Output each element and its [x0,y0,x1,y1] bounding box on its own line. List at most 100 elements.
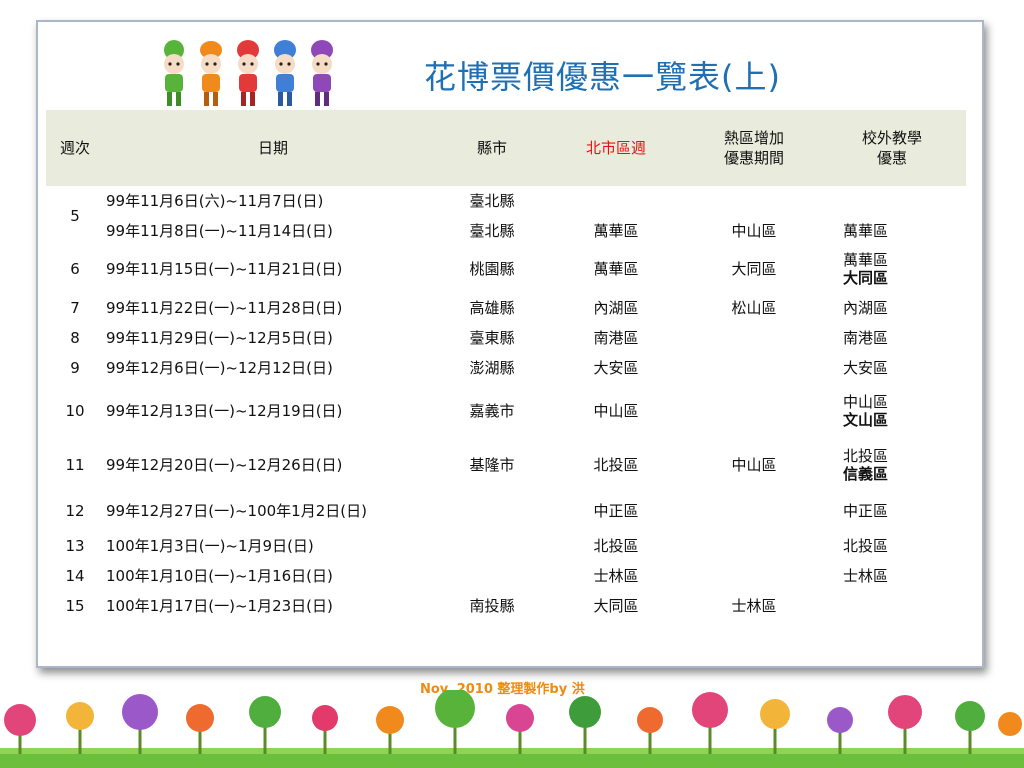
cell-taipei-district: 大同區 [593,597,639,615]
cell-hot-area: 大同區 [731,260,777,278]
cell-week: 13 [65,537,85,555]
field-trip-district: 南港區 [843,329,889,347]
cell-hot-area: 中山區 [731,456,777,474]
mascot-blue [274,40,296,106]
cell-taipei-district: 北投區 [593,537,639,555]
table-row: 14 100年1月10日(一)~1月16日(日) 士林區 士林區 [46,561,966,591]
header-hot-area: 熱區增加 優惠期間 [690,110,818,186]
field-trip-district: 中山區 [843,393,889,411]
cell-hot-area: 士林區 [731,597,777,615]
page-title: 花博票價優惠一覽表(上) [424,58,781,96]
cell-field-trip: 北投區 信義區 [818,439,966,491]
field-trip-district: 大同區 [843,269,889,287]
cell-week: 11 [65,456,85,474]
cell-hot-area [690,186,818,216]
cell-week: 6 [70,260,80,278]
cell-field-trip: 北投區 [818,531,966,561]
cell-field-trip [818,591,966,621]
table-row: 5 99年11月6日(六)~11月7日(日) 臺北縣 [46,186,966,225]
cell-taipei-district: 萬華區 [593,260,639,278]
cell-field-trip: 中山區 文山區 [818,383,966,439]
cell-taipei-district: 中山區 [593,402,639,420]
cell-week: 5 [70,207,80,225]
flower-garden-decoration [0,690,1024,768]
field-trip-district: 萬華區 [843,222,889,240]
cell-date: 100年1月3日(一)~1月9日(日) [106,537,314,555]
cell-week: 15 [65,597,85,615]
cell-hot-area [690,561,818,591]
cell-week: 10 [65,402,85,420]
header-field-trip: 校外教學 優惠 [818,110,966,186]
table-row: 12 99年12月27日(一)~100年1月2日(日) 中正區 中正區 [46,491,966,531]
field-trip-district: 文山區 [843,411,889,429]
cell-taipei-district: 北投區 [593,456,639,474]
cell-week: 14 [65,567,85,585]
cell-county [442,491,542,531]
header-taipei-week: 北市區週 [542,110,690,186]
cell-date: 100年1月17日(一)~1月23日(日) [106,597,333,615]
discount-table: 週次 日期 縣市 北市區週 熱區增加 優惠期間 校外教學 優惠 5 99年11月6… [46,110,966,621]
table-row: 99年11月8日(一)~11月14日(日) 臺北縣 萬華區 中山區 萬華區 [46,216,966,246]
cell-county: 南投縣 [469,597,515,615]
cell-county: 桃園縣 [469,260,515,278]
table-row: 10 99年12月13日(一)~12月19日(日) 嘉義市 中山區 中山區 文山區 [46,383,966,439]
header-county: 縣市 [442,110,542,186]
table-row: 6 99年11月15日(一)~11月21日(日) 桃園縣 萬華區 大同區 萬華區 大同區 [46,246,966,292]
field-trip-district: 中正區 [843,502,889,520]
field-trip-district: 內湖區 [843,298,889,317]
cell-field-trip: 士林區 [818,561,966,591]
header-date: 日期 [104,110,442,186]
cell-field-trip: 萬華區 [818,216,966,246]
cell-date: 99年11月15日(一)~11月21日(日) [106,260,343,278]
cell-week: 9 [70,359,80,377]
cell-county: 臺北縣 [469,222,515,240]
cell-hot-area: 中山區 [731,222,777,240]
cell-field-trip: 萬華區 大同區 [818,246,966,292]
cell-field-trip: 南港區 [818,323,966,353]
cell-week: 7 [70,298,80,317]
cell-hot-area [690,383,818,439]
mascot-orange [200,41,222,106]
mascot-green [164,40,184,106]
cell-county: 高雄縣 [469,298,515,317]
cell-taipei-district: 大安區 [593,359,639,377]
cell-week: 12 [65,502,85,520]
cell-county [442,531,542,561]
cell-taipei-district: 內湖區 [593,298,639,317]
cell-hot-area [690,491,818,531]
cell-field-trip [818,186,966,216]
cell-taipei-district: 中正區 [593,502,639,520]
field-trip-district: 信義區 [843,465,889,483]
field-trip-district: 士林區 [843,567,889,585]
cell-hot-area [690,531,818,561]
table-row: 13 100年1月3日(一)~1月9日(日) 北投區 北投區 [46,531,966,561]
cell-hot-area [690,323,818,353]
table-row: 9 99年12月6日(一)~12月12日(日) 澎湖縣 大安區 大安區 [46,353,966,383]
cell-hot-area [690,353,818,383]
cell-date: 99年12月13日(一)~12月19日(日) [106,402,343,420]
field-trip-district: 北投區 [843,537,889,555]
cell-date: 99年12月6日(一)~12月12日(日) [106,359,333,377]
cell-date: 100年1月10日(一)~1月16日(日) [106,567,333,585]
table-body: 5 99年11月6日(六)~11月7日(日) 臺北縣 99年11月8日(一)~11月1… [46,186,966,621]
cell-county: 澎湖縣 [469,359,515,377]
cell-date: 99年11月6日(六)~11月7日(日) [106,192,324,210]
table-row: 8 99年11月29日(一)~12月5日(日) 臺東縣 南港區 南港區 [46,323,966,353]
cell-field-trip: 內湖區 [818,292,966,323]
cell-county: 嘉義市 [469,402,515,420]
table-row: 7 99年11月22日(一)~11月28日(日) 高雄縣 內湖區 松山區 內湖區 [46,292,966,323]
cell-date: 99年11月8日(一)~11月14日(日) [106,222,333,240]
cell-date: 99年12月27日(一)~100年1月2日(日) [106,502,367,520]
cell-date: 99年12月20日(一)~12月26日(日) [106,456,343,474]
cell-date: 99年11月29日(一)~12月5日(日) [106,329,333,347]
mascot-red [237,40,259,106]
cell-date: 99年11月22日(一)~11月28日(日) [106,298,343,317]
cell-taipei-district [542,186,690,216]
cell-taipei-district: 南港區 [593,329,639,347]
field-trip-district: 大安區 [843,359,889,377]
cell-hot-area: 松山區 [731,298,777,317]
slide-panel: 花博票價優惠一覽表(上) 週次 日期 縣市 北市區週 熱區增加 優惠期間 校外教… [36,20,984,668]
field-trip-district: 萬華區 [843,251,889,269]
cell-week: 8 [70,329,80,347]
field-trip-district: 北投區 [843,447,889,465]
